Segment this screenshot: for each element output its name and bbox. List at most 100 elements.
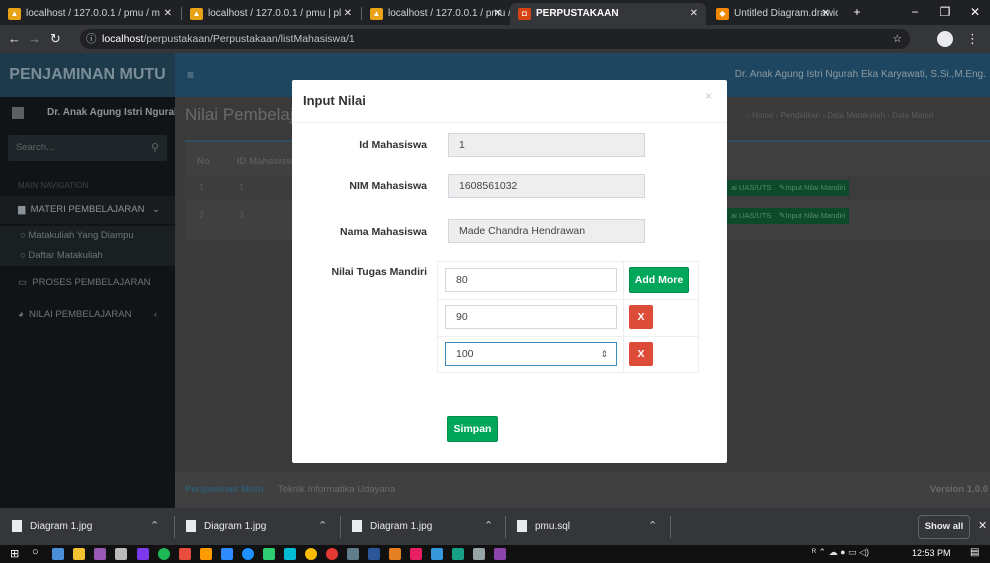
browser-tab[interactable]: ▲ localhost / 127.0.0.1 / pmu / m ✕ (362, 3, 510, 25)
spinner-icon[interactable]: ⇕ (600, 343, 608, 365)
tugas-input[interactable]: 100 ⇕ (445, 342, 617, 366)
search-input[interactable]: Search... (16, 135, 54, 161)
calculator-icon[interactable] (115, 548, 127, 560)
sidebar-toggle-icon[interactable]: ≡ (187, 53, 194, 97)
breadcrumb-item[interactable]: Data Materi (892, 111, 933, 120)
browser-tab[interactable]: ▲ localhost / 127.0.0.1 / pmu | pl ✕ (182, 3, 360, 25)
breadcrumb-item[interactable]: Home (752, 111, 773, 120)
sidebar-item-label: PROSES PEMBELAJARAN (32, 277, 151, 288)
system-tray-icons[interactable]: ᴿ ⌃ ☁ ● ▭ ◁) (812, 547, 869, 558)
sidebar-item-materi[interactable]: ▆ MATERI PEMBELAJARAN ⌄ (0, 196, 175, 224)
photoshop-icon[interactable] (221, 548, 233, 560)
line-icon[interactable] (263, 548, 275, 560)
photos-icon[interactable] (473, 548, 485, 560)
nama-mahasiswa-field[interactable]: Made Chandra Hendrawan (448, 219, 645, 243)
bookmark-star-icon[interactable]: ☆ (893, 29, 902, 49)
breadcrumb-item[interactable]: Pendidikan (781, 111, 821, 120)
search-icon[interactable]: ⚲ (151, 135, 159, 161)
vscode-icon[interactable] (347, 548, 359, 560)
spotify-icon[interactable] (158, 548, 170, 560)
illustrator-icon[interactable] (200, 548, 212, 560)
modal-header: Input Nilai × (292, 80, 727, 123)
codeigniter-icon: ◘ (518, 8, 531, 20)
opera-icon[interactable] (326, 548, 338, 560)
nim-mahasiswa-field[interactable]: 1608561032 (448, 174, 645, 198)
browser-tab[interactable]: ▲ localhost / 127.0.0.1 / pmu / m ✕ (0, 3, 180, 25)
close-window-icon[interactable]: ✕ (960, 2, 990, 22)
input-uas-uts-button[interactable]: ai UAS/UTS (727, 208, 776, 224)
close-tab-icon[interactable]: ✕ (690, 3, 698, 25)
user-menu[interactable]: Dr. Anak Agung Istri Ngurah Eka Karyawat… (735, 53, 986, 97)
task-view-icon[interactable] (52, 548, 64, 560)
chevron-up-icon[interactable]: ⌃ (484, 508, 493, 545)
notification-icon[interactable]: ▤ (970, 547, 979, 558)
search-icon[interactable]: ○ (32, 546, 39, 558)
chevron-up-icon[interactable]: ⌃ (318, 508, 327, 545)
file-explorer-icon[interactable] (73, 548, 85, 560)
close-tab-icon[interactable]: ✕ (344, 3, 352, 25)
sidebar-item-proses[interactable]: ▭ PROSES PEMBELAJARAN (0, 269, 175, 297)
app-icon[interactable] (410, 548, 422, 560)
app-icon[interactable] (431, 548, 443, 560)
slack-icon[interactable] (179, 548, 191, 560)
input-nilai-mandiri-button[interactable]: ✎Input Nilai Mandiri (775, 180, 850, 196)
download-item[interactable]: pmu.sql (517, 508, 570, 545)
laptop-icon: ▭ (18, 277, 27, 288)
close-icon[interactable]: × (705, 89, 712, 103)
sidebar-search[interactable]: Search... ⚲ (8, 135, 167, 161)
input-uas-uts-button[interactable]: ai UAS/UTS (727, 180, 776, 196)
after-effects-icon[interactable] (137, 548, 149, 560)
home-icon: ⌂ (745, 111, 750, 120)
forward-icon[interactable]: → (28, 29, 41, 49)
back-icon[interactable]: ← (8, 29, 21, 49)
chrome-icon[interactable] (305, 548, 317, 560)
clock[interactable]: 12:53 PM (912, 548, 951, 558)
download-item[interactable]: Diagram 1.jpg (12, 508, 92, 545)
add-more-button[interactable]: Add More (629, 267, 689, 293)
minimize-icon[interactable]: − (900, 2, 930, 22)
nilai-tugas-label: Nilai Tugas Mandiri (331, 266, 427, 278)
word-icon[interactable] (368, 548, 380, 560)
sidebar-subitem-matakuliah-diampu[interactable]: ○ Matakuliah Yang Diampu (0, 226, 175, 246)
profile-avatar[interactable] (937, 31, 953, 47)
breadcrumb-item[interactable]: Data Matakuliah (827, 111, 885, 120)
windows-start-icon[interactable]: ⊞ (10, 547, 19, 560)
app-icon[interactable] (389, 548, 401, 560)
tugas-input[interactable]: 90 (445, 305, 617, 329)
close-tab-icon[interactable]: ✕ (822, 3, 830, 25)
download-item[interactable]: Diagram 1.jpg (186, 508, 266, 545)
premiere-icon[interactable] (94, 548, 106, 560)
close-tab-icon[interactable]: ✕ (494, 3, 502, 25)
sidebar-item-nilai[interactable]: ◕ NILAI PEMBELAJARAN ‹ (0, 301, 175, 329)
chevron-up-icon[interactable]: ⌃ (648, 508, 657, 545)
reload-icon[interactable]: ↻ (50, 29, 61, 49)
app-icon[interactable] (284, 548, 296, 560)
browser-tab-active[interactable]: ◘ PERPUSTAKAAN ✕ (510, 3, 706, 25)
sidebar-subitem-daftar-matakuliah[interactable]: ○ Daftar Matakuliah (0, 246, 175, 266)
tugas-input[interactable]: 80 (445, 268, 617, 292)
app-icon[interactable] (494, 548, 506, 560)
address-bar[interactable]: ⓘ localhost/perpustakaan/Perpustakaan/li… (80, 29, 910, 49)
address-host: localhost (102, 33, 144, 45)
remove-row-button[interactable]: X (629, 342, 653, 366)
new-tab-button[interactable]: + (842, 2, 872, 22)
edge-icon[interactable] (242, 548, 254, 560)
download-item[interactable]: Diagram 1.jpg (352, 508, 432, 545)
close-icon[interactable]: ✕ (978, 508, 987, 545)
browser-tab-bar: ▲ localhost / 127.0.0.1 / pmu / m ✕ ▲ lo… (0, 0, 990, 25)
input-nilai-mandiri-button[interactable]: ✎Input Nilai Mandiri (775, 208, 850, 224)
info-icon[interactable]: ⓘ (86, 29, 97, 49)
tab-title: localhost / 127.0.0.1 / pmu / m (388, 8, 510, 19)
id-mahasiswa-field[interactable]: 1 (448, 133, 645, 157)
app-icon[interactable] (452, 548, 464, 560)
remove-row-button[interactable]: X (629, 305, 653, 329)
footer-brand[interactable]: Penjaminan Mutu. (185, 472, 266, 508)
show-all-button[interactable]: Show all (918, 515, 970, 539)
app-logo[interactable]: PENJAMINAN MUTU (0, 53, 175, 97)
browser-tab[interactable]: ◆ Untitled Diagram.drawio - draw ✕ (708, 3, 838, 25)
simpan-button[interactable]: Simpan (447, 416, 498, 442)
chevron-up-icon[interactable]: ⌃ (150, 508, 159, 545)
close-tab-icon[interactable]: ✕ (164, 3, 172, 25)
restore-icon[interactable]: ❐ (930, 2, 960, 22)
menu-kebab-icon[interactable]: ⋮ (966, 29, 979, 49)
